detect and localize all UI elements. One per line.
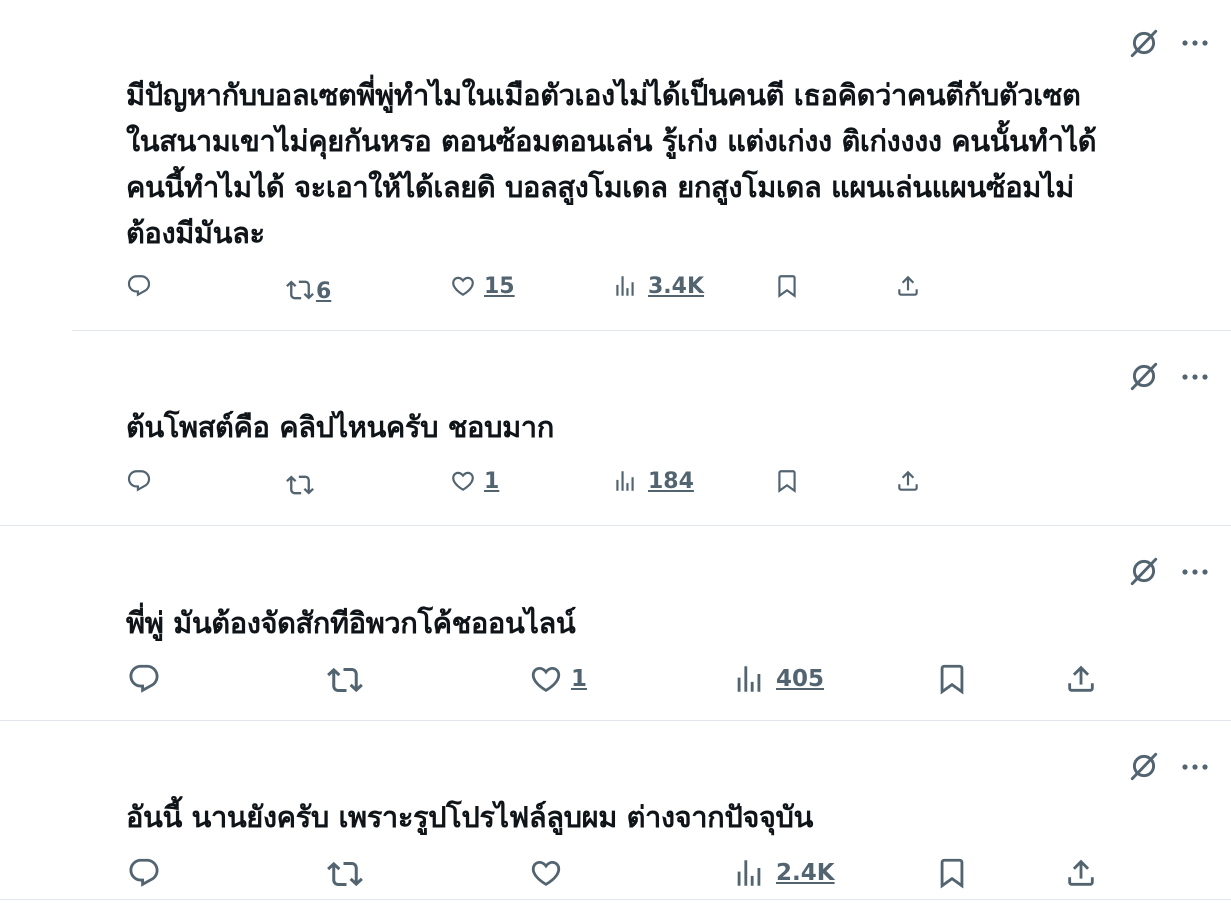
reply-button[interactable] — [127, 856, 161, 890]
share-upload-icon — [895, 468, 921, 494]
bookmark-button[interactable] — [935, 856, 969, 890]
like-count: 1 — [484, 468, 500, 494]
views-bars-icon — [612, 468, 638, 494]
repost-arrows-icon — [286, 471, 314, 499]
views-button[interactable]: 2.4K — [732, 856, 835, 890]
views-bars-icon — [612, 273, 638, 299]
divider — [0, 899, 1231, 900]
share-button[interactable] — [895, 468, 921, 494]
reply-button[interactable] — [126, 273, 152, 299]
repost-button[interactable] — [286, 471, 320, 499]
share-upload-icon — [1064, 856, 1098, 890]
post-text: มีปัญหากับบอลเซตพี่พู่ทำไมในเมือตัวเองไม… — [126, 78, 1097, 250]
like-button[interactable]: 1 — [450, 468, 499, 494]
share-upload-icon — [1064, 662, 1098, 696]
views-button[interactable]: 184 — [612, 468, 694, 494]
grok-slash-icon[interactable] — [1128, 750, 1160, 782]
views-button[interactable]: 405 — [732, 662, 824, 696]
more-dots-icon[interactable] — [1180, 367, 1212, 387]
reply-post[interactable]: พี่พู่ มันต้องจัดสักทีอิพวกโค้ชออนไลน์ 1… — [0, 526, 1231, 721]
bookmark-icon — [774, 468, 800, 494]
heart-icon — [529, 662, 563, 696]
views-bars-icon — [732, 662, 766, 696]
more-dots-icon[interactable] — [1180, 33, 1212, 53]
reply-bubble-icon — [126, 273, 152, 299]
more-dots-icon[interactable] — [1180, 562, 1212, 582]
repost-count: 6 — [316, 278, 332, 304]
reply-button[interactable] — [127, 662, 161, 696]
share-button[interactable] — [895, 273, 921, 299]
like-count: 1 — [571, 666, 588, 692]
like-button[interactable]: 1 — [529, 662, 587, 696]
bookmark-icon — [935, 856, 969, 890]
post-text: อันนี้ นานยังครับ เพราะรูปโปรไฟล์ลูบผม ต… — [126, 800, 813, 834]
share-button[interactable] — [1064, 856, 1098, 890]
view-count: 3.4K — [648, 273, 705, 299]
reply-post[interactable]: มีปัญหากับบอลเซตพี่พู่ทำไมในเมือตัวเองไม… — [0, 0, 1231, 331]
bookmark-icon — [774, 273, 800, 299]
bookmark-button[interactable] — [774, 273, 800, 299]
grok-slash-icon[interactable] — [1128, 360, 1160, 392]
post-text: พี่พู่ มันต้องจัดสักทีอิพวกโค้ชออนไลน์ — [126, 606, 576, 640]
grok-slash-icon[interactable] — [1128, 27, 1160, 59]
views-button[interactable]: 3.4K — [612, 273, 704, 299]
heart-icon — [529, 856, 563, 890]
grok-slash-icon[interactable] — [1128, 555, 1160, 587]
like-button[interactable] — [529, 856, 569, 890]
heart-icon — [450, 468, 476, 494]
reply-button[interactable] — [126, 468, 152, 494]
heart-icon — [450, 273, 476, 299]
post-text: ต้นโพสต์คือ คลิปไหนครับ ชอบมาก — [126, 410, 554, 444]
repost-button[interactable] — [327, 856, 369, 892]
share-button[interactable] — [1064, 662, 1098, 696]
bookmark-button[interactable] — [774, 468, 800, 494]
reply-bubble-icon — [126, 468, 152, 494]
reply-bubble-icon — [127, 856, 161, 890]
reply-bubble-icon — [127, 662, 161, 696]
more-dots-icon[interactable] — [1180, 757, 1212, 777]
repost-arrows-icon — [286, 276, 314, 304]
repost-button[interactable] — [327, 662, 369, 698]
reply-post[interactable]: อันนี้ นานยังครับ เพราะรูปโปรไฟล์ลูบผม ต… — [0, 721, 1231, 903]
repost-arrows-icon — [327, 662, 363, 698]
like-count: 15 — [484, 273, 515, 299]
bookmark-button[interactable] — [935, 662, 969, 696]
like-button[interactable]: 15 — [450, 273, 515, 299]
reply-post[interactable]: ต้นโพสต์คือ คลิปไหนครับ ชอบมาก 1 184 — [0, 331, 1231, 526]
bookmark-icon — [935, 662, 969, 696]
view-count: 184 — [648, 468, 694, 494]
share-upload-icon — [895, 273, 921, 299]
repost-button[interactable]: 6 — [286, 276, 331, 304]
view-count: 2.4K — [776, 860, 835, 886]
views-bars-icon — [732, 856, 766, 890]
repost-arrows-icon — [327, 856, 363, 892]
view-count: 405 — [776, 666, 825, 692]
